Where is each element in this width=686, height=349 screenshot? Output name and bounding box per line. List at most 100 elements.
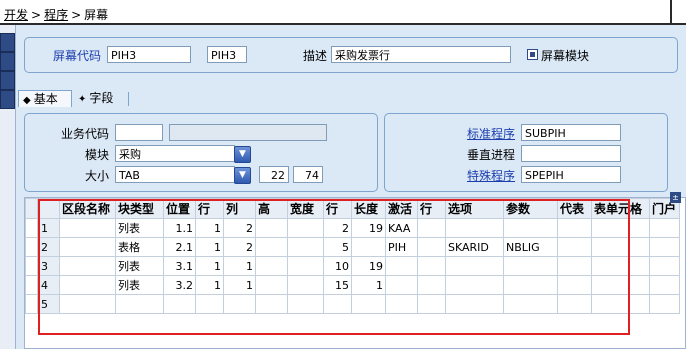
table-cell[interactable] <box>503 256 558 276</box>
table-header-cell[interactable]: 位置 <box>163 198 196 219</box>
table-header-cell[interactable]: 块类型 <box>115 198 164 219</box>
table-cell[interactable]: PIH <box>385 237 418 257</box>
table-cell[interactable]: NBLIG <box>503 237 558 257</box>
left-toolbar-button[interactable] <box>0 90 15 109</box>
table-cell[interactable]: 1 <box>223 275 256 295</box>
table-cell[interactable] <box>649 275 680 295</box>
table-cell[interactable] <box>351 237 386 257</box>
table-cell[interactable] <box>591 256 650 276</box>
table-cell[interactable]: SKARID <box>445 237 504 257</box>
vertical-process-field[interactable] <box>521 145 621 162</box>
table-cell[interactable] <box>351 294 386 314</box>
table-cell[interactable]: 表格 <box>115 237 164 257</box>
table-cell[interactable]: 5 <box>323 237 352 257</box>
table-cell[interactable] <box>417 218 446 238</box>
table-cell[interactable]: 1 <box>351 275 386 295</box>
table-cell[interactable]: 1.1 <box>163 218 196 238</box>
screen-code-field[interactable]: PIH3 <box>107 46 191 63</box>
table-cell[interactable] <box>591 218 650 238</box>
table-cell[interactable]: 2 <box>323 218 352 238</box>
standard-program-field[interactable]: SUBPIH <box>521 124 621 141</box>
table-cell[interactable] <box>445 275 504 295</box>
table-cell[interactable] <box>255 294 288 314</box>
table-cell[interactable]: 15 <box>323 275 352 295</box>
table-cell[interactable] <box>503 275 558 295</box>
standard-program-link[interactable]: 标准程序 <box>467 125 515 142</box>
table-header-cell[interactable]: 选项 <box>445 198 504 219</box>
screen-code-field-2[interactable]: PIH3 <box>207 46 247 63</box>
table-cell[interactable] <box>59 218 116 238</box>
table-cell[interactable]: 10 <box>323 256 352 276</box>
table-cell[interactable] <box>649 237 680 257</box>
table-cell[interactable] <box>115 294 164 314</box>
table-cell[interactable]: 1 <box>223 256 256 276</box>
size-select[interactable]: TAB <box>115 166 235 183</box>
table-header-cell[interactable]: 激活 <box>385 198 418 219</box>
business-code-field[interactable] <box>115 124 163 141</box>
table-cell[interactable]: 列表 <box>115 275 164 295</box>
table-cell[interactable]: 1 <box>195 256 224 276</box>
table-header-cell[interactable]: 区段名称 <box>59 198 116 219</box>
special-program-link[interactable]: 特殊程序 <box>467 167 515 184</box>
left-toolbar-button[interactable] <box>0 33 15 52</box>
table-cell[interactable] <box>287 218 324 238</box>
table-cell[interactable]: 2 <box>223 237 256 257</box>
size-height-field[interactable]: 74 <box>293 166 323 183</box>
table-cell[interactable] <box>557 256 592 276</box>
table-header-cell[interactable]: 代表 <box>557 198 592 219</box>
left-toolbar-button[interactable] <box>0 71 15 90</box>
table-header-cell[interactable]: 行 <box>323 198 352 219</box>
breadcrumb-item-program[interactable]: 程序 <box>44 8 68 22</box>
table-cell[interactable] <box>255 275 288 295</box>
table-cell[interactable] <box>445 294 504 314</box>
table-cell[interactable]: 1 <box>195 237 224 257</box>
table-cell[interactable] <box>287 275 324 295</box>
module-select[interactable]: 采购 <box>115 145 235 162</box>
table-cell[interactable] <box>59 294 116 314</box>
table-cell[interactable]: 列表 <box>115 256 164 276</box>
table-cell[interactable]: KAA <box>385 218 418 238</box>
table-header-cell[interactable]: 列 <box>223 198 256 219</box>
table-cell[interactable]: 3.1 <box>163 256 196 276</box>
chevron-down-icon[interactable]: ▼ <box>234 146 251 163</box>
table-cell[interactable]: 2.1 <box>163 237 196 257</box>
table-row[interactable]: 1 列表 1.1 1 2 2 19 KAA <box>25 218 680 238</box>
table-cell[interactable] <box>287 237 324 257</box>
table-cell[interactable] <box>591 294 650 314</box>
tab-fields[interactable]: ✦ 字段 <box>74 90 128 107</box>
table-cell[interactable] <box>287 294 324 314</box>
table-cell[interactable]: 1 <box>195 218 224 238</box>
table-cell[interactable]: 19 <box>351 218 386 238</box>
table-header-cell[interactable]: 参数 <box>503 198 558 219</box>
table-cell[interactable] <box>417 256 446 276</box>
table-cell[interactable] <box>59 256 116 276</box>
table-cell[interactable] <box>557 218 592 238</box>
special-program-field[interactable]: SPEPIH <box>521 166 621 183</box>
table-cell[interactable] <box>591 237 650 257</box>
table-cell[interactable] <box>59 237 116 257</box>
table-cell[interactable] <box>255 256 288 276</box>
table-cell[interactable] <box>557 294 592 314</box>
table-cell[interactable] <box>649 218 680 238</box>
table-header-cell[interactable]: 行 <box>417 198 446 219</box>
expand-icon[interactable]: ± <box>670 192 681 203</box>
table-header-cell[interactable]: 宽度 <box>287 198 324 219</box>
table-cell[interactable] <box>445 256 504 276</box>
table-row[interactable]: 2 表格 2.1 1 2 5 PIH SKARID NBLIG <box>25 237 680 257</box>
table-cell[interactable] <box>195 294 224 314</box>
table-header-cell[interactable]: 表单元格 <box>591 198 650 219</box>
table-cell[interactable]: 1 <box>195 275 224 295</box>
table-cell[interactable] <box>445 218 504 238</box>
table-cell[interactable] <box>223 294 256 314</box>
table-row[interactable]: 3 列表 3.1 1 1 10 19 <box>25 256 680 276</box>
tab-basic[interactable]: ◆ 基本 <box>18 90 72 107</box>
table-cell[interactable] <box>649 294 680 314</box>
table-cell[interactable] <box>417 294 446 314</box>
table-header-cell[interactable]: 长度 <box>351 198 386 219</box>
table-cell[interactable]: 2 <box>223 218 256 238</box>
description-field[interactable]: 采购发票行 <box>331 46 511 63</box>
table-cell[interactable] <box>503 294 558 314</box>
table-header-cell[interactable]: 高 <box>255 198 288 219</box>
table-cell[interactable] <box>503 218 558 238</box>
table-cell[interactable] <box>557 237 592 257</box>
